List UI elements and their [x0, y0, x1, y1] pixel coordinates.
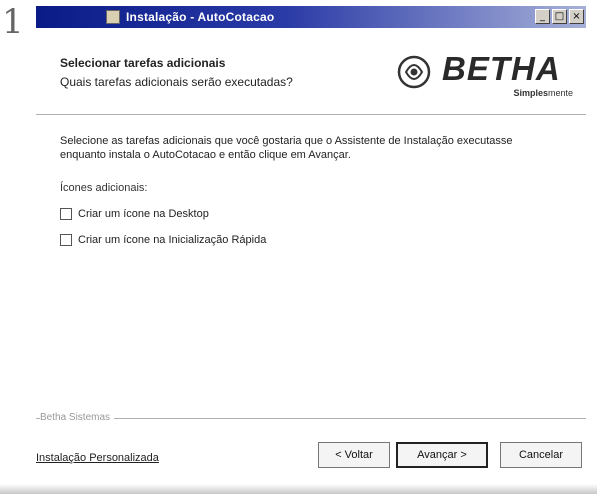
desktop-icon-checkbox[interactable] — [60, 208, 72, 220]
task-quicklaunch-icon[interactable]: Criar um ícone na Inicialização Rápida — [60, 234, 266, 246]
wizard-header: Selecionar tarefas adicionais Quais tare… — [36, 28, 586, 106]
betha-logo: BETHA Simplesmente — [396, 50, 581, 100]
task-description: Selecione as tarefas adicionais que você… — [60, 135, 513, 161]
footer-divider — [36, 418, 586, 420]
page-subtitle: Quais tarefas adicionais serão executada… — [60, 75, 293, 89]
betha-logo-icon — [397, 55, 431, 89]
header-divider — [36, 114, 586, 116]
minimize-button[interactable]: _ — [535, 9, 550, 24]
task-label: Criar um ícone na Inicialização Rápida — [78, 234, 267, 246]
back-button[interactable]: < Voltar — [318, 442, 390, 468]
close-button[interactable]: × — [569, 9, 584, 24]
next-button[interactable]: Avançar > — [396, 442, 488, 468]
window-title: Instalação - AutoCotacao — [126, 10, 275, 24]
page-title: Selecionar tarefas adicionais — [60, 56, 226, 70]
maximize-button[interactable]: □ — [552, 9, 567, 24]
scan-bottom-edge — [0, 484, 597, 494]
logo-tagline-light: mente — [547, 88, 573, 98]
custom-install-link[interactable]: Instalação Personalizada — [36, 452, 159, 464]
logo-tagline-bold: Simples — [513, 88, 548, 98]
cancel-button[interactable]: Cancelar — [500, 442, 582, 468]
quicklaunch-icon-checkbox[interactable] — [60, 234, 72, 246]
logo-brand-text: BETHA — [442, 50, 561, 87]
footer-brand: Betha Sistemas — [40, 412, 115, 423]
additional-icons-label: Ícones adicionais: — [60, 182, 148, 194]
installer-app-icon — [106, 10, 120, 24]
task-label: Criar um ícone na Desktop — [78, 208, 209, 220]
page-number-mark: 1 — [2, 2, 24, 42]
task-desktop-icon[interactable]: Criar um ícone na Desktop — [60, 208, 209, 220]
logo-tagline: Simplesmente — [513, 88, 573, 98]
title-bar[interactable]: Instalação - AutoCotacao _ □ × — [36, 6, 586, 28]
window-controls: _ □ × — [535, 9, 584, 24]
